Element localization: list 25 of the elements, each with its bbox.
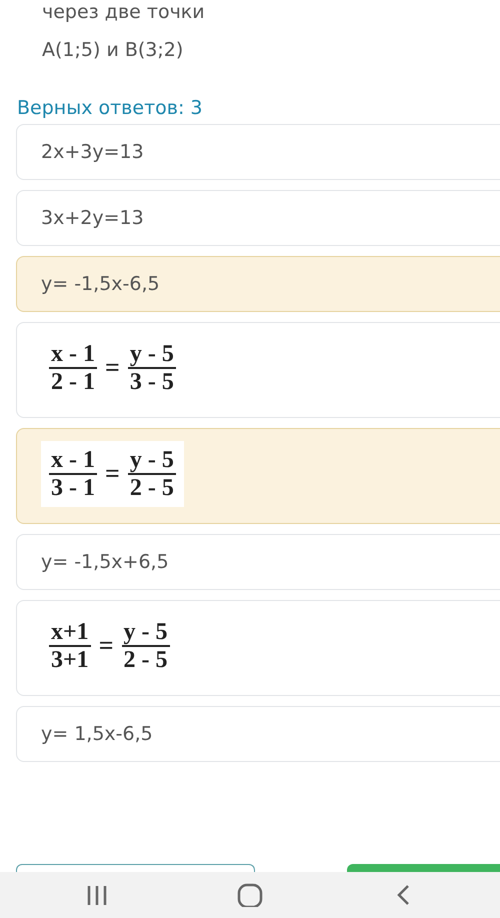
equals-sign: = <box>105 353 120 383</box>
equals-sign: = <box>105 459 120 489</box>
answer-option[interactable]: y= -1,5x+6,5 <box>16 534 500 590</box>
equals-sign: = <box>98 631 114 661</box>
answer-option[interactable]: y= 1,5x-6,5 <box>16 706 500 762</box>
answer-option[interactable]: 2x+3y=13 <box>16 124 500 180</box>
home-icon[interactable] <box>236 883 263 907</box>
question-text: A(1;5) и B(3;2) <box>42 38 184 62</box>
fraction: y - 5 2 - 5 <box>122 619 170 673</box>
fraction: x - 1 3 - 1 <box>49 447 97 501</box>
option-text: 2x+3y=13 <box>41 141 144 163</box>
fraction: x - 1 2 - 1 <box>49 341 97 395</box>
answer-option[interactable]: y= -1,5x-6,5 <box>16 256 500 312</box>
fraction: x+1 3+1 <box>49 619 91 673</box>
fraction: y - 5 3 - 5 <box>128 341 176 395</box>
answer-option[interactable]: 3x+2y=13 <box>16 190 500 246</box>
option-text: y= -1,5x+6,5 <box>41 551 169 573</box>
option-text: 3x+2y=13 <box>41 207 144 229</box>
fraction: y - 5 2 - 5 <box>128 447 176 501</box>
answers-count: Верных ответов: 3 <box>17 96 204 120</box>
option-text: y= 1,5x-6,5 <box>41 723 153 745</box>
option-text: y= -1,5x-6,5 <box>41 273 160 295</box>
recents-icon[interactable] <box>86 885 108 905</box>
question-text: через две точки <box>42 0 206 24</box>
back-icon[interactable] <box>396 884 410 906</box>
